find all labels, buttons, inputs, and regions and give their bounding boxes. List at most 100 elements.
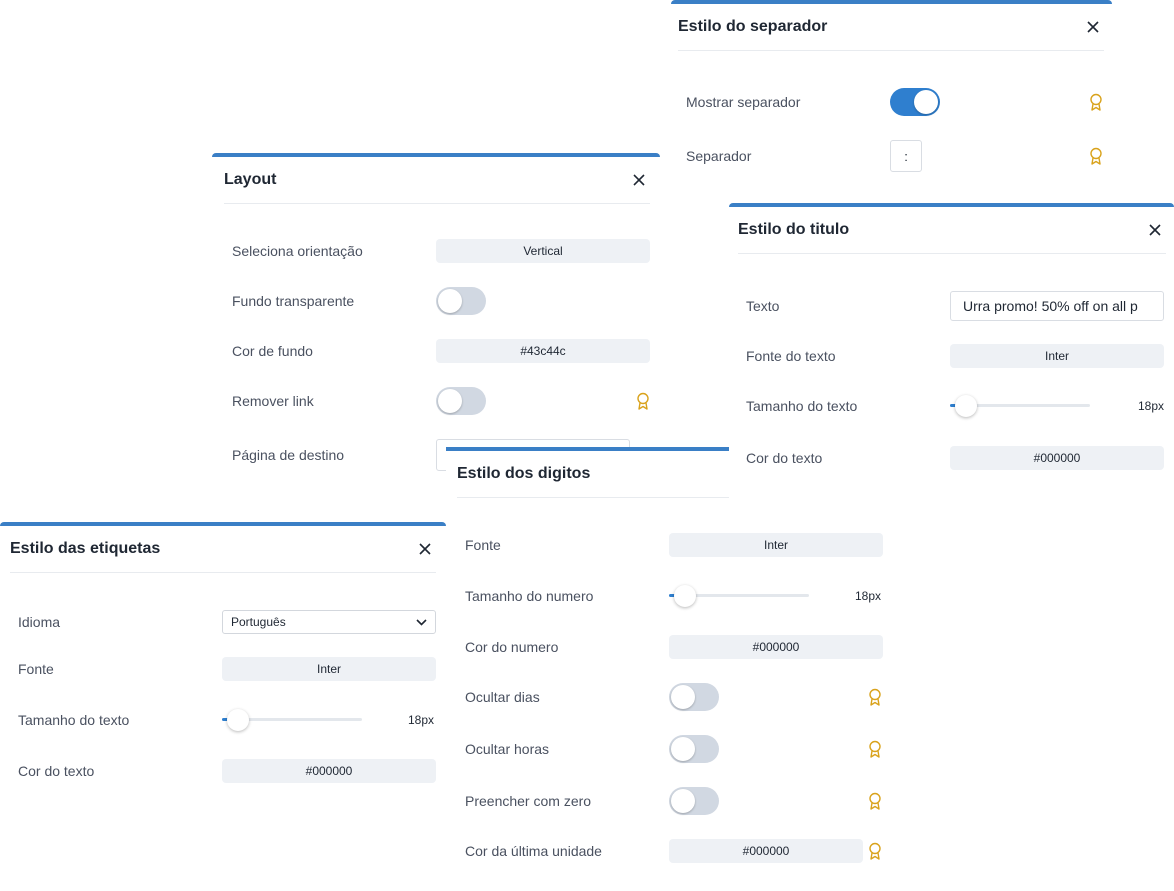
bg-color-row: Cor de fundo #43c44c <box>232 339 660 363</box>
language-label: Idioma <box>18 614 61 630</box>
zero-fill-label: Preencher com zero <box>465 793 592 809</box>
separator-input[interactable]: : <box>890 140 922 172</box>
orientation-label: Seleciona orientação <box>232 243 363 259</box>
labels-style-panel: Estilo das etiquetas Idioma Português Fo… <box>0 522 446 812</box>
premium-badge-icon <box>869 688 881 706</box>
labels-color-label: Cor do texto <box>18 763 95 779</box>
digits-size-slider[interactable] <box>669 585 809 607</box>
orientation-select[interactable]: Vertical <box>436 239 650 263</box>
digits-font-select[interactable]: Inter <box>669 533 883 557</box>
title-size-value: 18px <box>1137 399 1164 413</box>
digits-color-label: Cor do numero <box>465 639 559 655</box>
panel-title: Estilo das etiquetas <box>10 540 161 557</box>
transparent-bg-row: Fundo transparente <box>232 287 660 315</box>
premium-badge-icon <box>869 740 881 758</box>
title-size-slider[interactable] <box>950 395 1090 417</box>
panel-title: Estilo do titulo <box>738 221 850 238</box>
digits-style-panel: Estilo dos digitos Fonte Inter Tamanho d… <box>446 447 883 891</box>
labels-font-label: Fonte <box>18 661 54 677</box>
slider-thumb[interactable] <box>674 585 696 607</box>
close-icon[interactable] <box>414 538 436 560</box>
chevron-down-icon <box>416 618 427 626</box>
slider-thumb[interactable] <box>227 709 249 731</box>
toggle-knob <box>914 90 938 114</box>
last-unit-color-field[interactable]: #000000 <box>669 839 863 863</box>
panel-header: Layout <box>224 157 650 204</box>
labels-size-slider[interactable] <box>222 709 362 731</box>
title-size-label: Tamanho do texto <box>746 398 858 414</box>
panel-header: Estilo do titulo <box>738 207 1166 254</box>
toggle-knob <box>671 789 695 813</box>
premium-badge-icon <box>869 792 881 810</box>
panel-title: Layout <box>224 171 277 188</box>
hide-days-toggle[interactable] <box>669 683 719 711</box>
language-select[interactable]: Português <box>222 610 436 634</box>
premium-badge-icon <box>637 392 649 410</box>
title-font-label: Fonte do texto <box>746 348 836 364</box>
labels-size-value: 18px <box>408 713 435 727</box>
layout-panel: Layout Seleciona orientação Vertical Fun… <box>212 153 660 493</box>
show-separator-toggle[interactable] <box>890 88 940 116</box>
zero-fill-row: Preencher com zero <box>465 787 881 815</box>
title-text-label: Texto <box>746 298 780 314</box>
toggle-knob <box>671 737 695 761</box>
separator-label: Separador <box>686 148 752 164</box>
panel-header: Estilo do separador <box>678 4 1104 51</box>
title-font-select[interactable]: Inter <box>950 344 1164 368</box>
digits-size-label: Tamanho do numero <box>465 588 594 604</box>
labels-font-select[interactable]: Inter <box>222 657 436 681</box>
title-text-row: Texto Urra promo! 50% off on all p <box>746 291 1174 321</box>
digits-size-value: 18px <box>855 589 882 603</box>
hide-days-row: Ocultar dias <box>465 683 881 711</box>
zero-fill-toggle[interactable] <box>669 787 719 815</box>
close-icon[interactable] <box>1144 219 1166 241</box>
remove-link-toggle[interactable] <box>436 387 486 415</box>
title-size-row: Tamanho do texto 18px <box>746 395 1174 417</box>
remove-link-label: Remover link <box>232 393 314 409</box>
language-row: Idioma Português <box>18 610 446 634</box>
panel-header: Estilo das etiquetas <box>10 526 436 573</box>
orientation-row: Seleciona orientação Vertical <box>232 239 660 263</box>
language-select-value: Português <box>231 615 286 629</box>
labels-font-row: Fonte Inter <box>18 657 446 681</box>
toggle-knob <box>438 289 462 313</box>
digits-color-row: Cor do numero #000000 <box>465 635 883 659</box>
labels-size-row: Tamanho do texto 18px <box>18 709 446 731</box>
separator-style-panel: Estilo do separador Mostrar separador Se… <box>671 0 1112 190</box>
last-unit-color-label: Cor da última unidade <box>465 843 602 859</box>
digits-font-label: Fonte <box>465 537 501 553</box>
title-color-row: Cor do texto #000000 <box>746 446 1174 470</box>
remove-link-row: Remover link <box>232 387 660 415</box>
show-separator-row: Mostrar separador <box>686 88 1112 116</box>
panel-header: Estilo dos digitos <box>457 451 729 498</box>
panel-title: Estilo dos digitos <box>457 465 591 482</box>
transparent-bg-label: Fundo transparente <box>232 293 355 309</box>
premium-badge-icon <box>1090 147 1102 165</box>
title-text-input[interactable]: Urra promo! 50% off on all p <box>950 291 1164 321</box>
hide-hours-row: Ocultar horas <box>465 735 881 763</box>
separator-row: Separador : <box>686 140 1112 172</box>
close-icon[interactable] <box>628 169 650 191</box>
premium-badge-icon <box>869 842 881 860</box>
toggle-knob <box>671 685 695 709</box>
hide-hours-label: Ocultar horas <box>465 741 550 757</box>
digits-color-field[interactable]: #000000 <box>669 635 883 659</box>
close-icon[interactable] <box>1082 16 1104 38</box>
toggle-knob <box>438 389 462 413</box>
digits-size-row: Tamanho do numero 18px <box>465 585 881 607</box>
destination-page-label: Página de destino <box>232 447 345 463</box>
labels-color-row: Cor do texto #000000 <box>18 759 446 783</box>
title-color-label: Cor do texto <box>746 450 823 466</box>
hide-days-label: Ocultar dias <box>465 689 540 705</box>
hide-hours-toggle[interactable] <box>669 735 719 763</box>
last-unit-color-row: Cor da última unidade #000000 <box>465 839 881 863</box>
title-font-row: Fonte do texto Inter <box>746 344 1174 368</box>
slider-thumb[interactable] <box>955 395 977 417</box>
bg-color-field[interactable]: #43c44c <box>436 339 650 363</box>
labels-size-label: Tamanho do texto <box>18 712 130 728</box>
title-color-field[interactable]: #000000 <box>950 446 1164 470</box>
digits-font-row: Fonte Inter <box>465 533 883 557</box>
labels-color-field[interactable]: #000000 <box>222 759 436 783</box>
panel-title: Estilo do separador <box>678 18 828 35</box>
transparent-bg-toggle[interactable] <box>436 287 486 315</box>
